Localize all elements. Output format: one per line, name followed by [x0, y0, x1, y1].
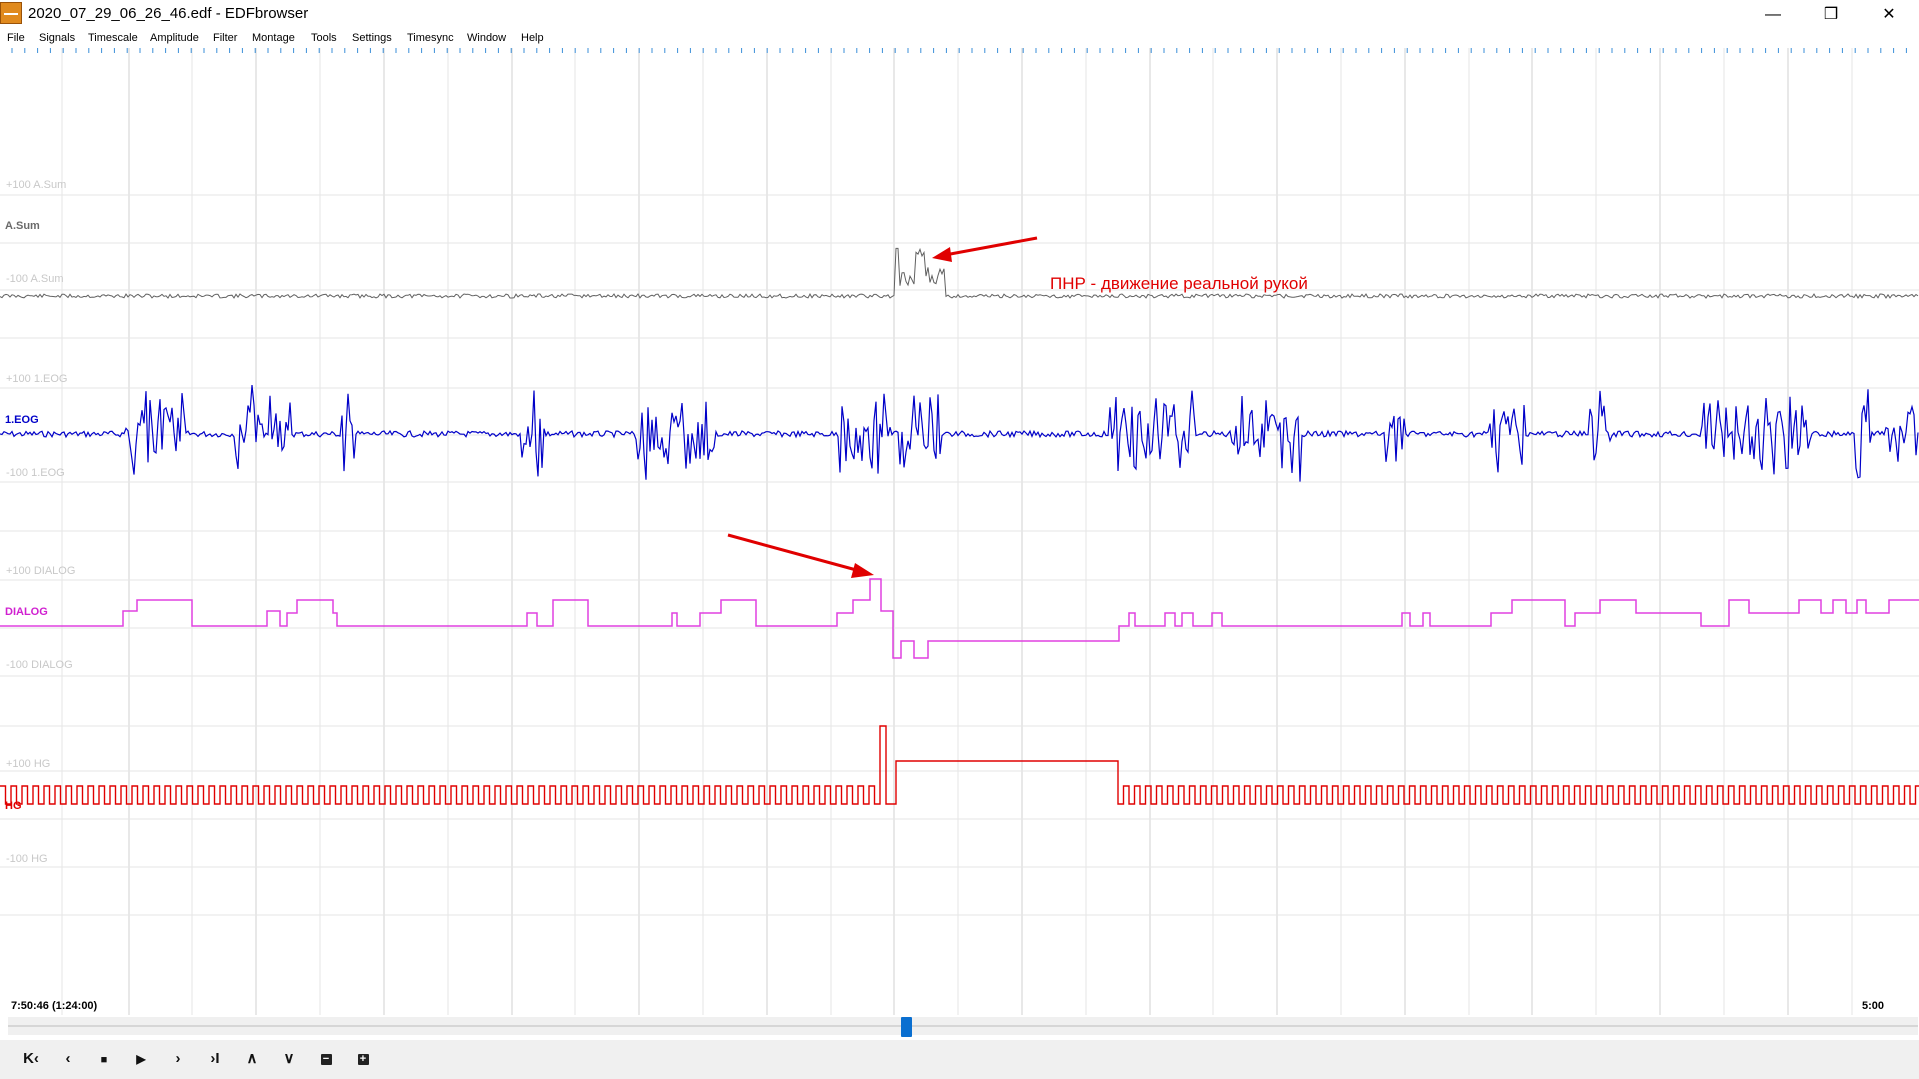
menu-filter[interactable]: Filter	[213, 32, 237, 44]
menu-timescale[interactable]: Timescale	[88, 32, 138, 44]
stop-icon: ■	[100, 1054, 108, 1066]
restore-button[interactable]: ❒	[1802, 0, 1860, 30]
skip-start-icon: K‹	[23, 1050, 39, 1067]
window-title: 2020_07_29_06_26_46.edf - EDFbrowser	[28, 5, 309, 22]
menu-window[interactable]: Window	[467, 32, 506, 44]
hg-scale-top: +100 HG	[6, 758, 51, 770]
next-page-button[interactable]: ›	[164, 1045, 192, 1073]
chevron-left-icon: ‹	[65, 1050, 71, 1067]
play-button[interactable]: ▶	[127, 1045, 155, 1073]
stop-button[interactable]: ■	[90, 1045, 118, 1073]
time-scrollbar[interactable]	[8, 1017, 1918, 1037]
zoom-in-button[interactable]: +	[349, 1045, 377, 1073]
last-page-button[interactable]: ›I	[201, 1045, 229, 1073]
signal-canvas	[0, 48, 1919, 1015]
eog-trace	[0, 385, 1919, 482]
dialog-scale-top: +100 DIALOG	[6, 565, 76, 577]
amplitude-down-button[interactable]: ∨	[275, 1045, 303, 1073]
first-page-button[interactable]: K‹	[17, 1045, 45, 1073]
edfbrowser-app-icon	[0, 2, 22, 24]
play-icon: ▶	[136, 1052, 146, 1066]
navigation-toolbar: K‹ ‹ ■ ▶ › ›I ∧ ∨ − +	[0, 1040, 1919, 1079]
menu-amplitude[interactable]: Amplitude	[150, 32, 199, 44]
hg-trace	[0, 725, 1919, 805]
chevron-up-icon: ∧	[246, 1050, 258, 1067]
page-length-label: 5:00	[1862, 1000, 1885, 1012]
eog-scale-bottom: -100 1.EOG	[6, 467, 65, 479]
minus-box-icon: −	[320, 1053, 332, 1065]
eog-label[interactable]: 1.EOG	[5, 414, 39, 426]
menu-signals[interactable]: Signals	[39, 32, 75, 44]
dialog-trace	[0, 578, 1919, 659]
dialog-label[interactable]: DIALOG	[5, 606, 48, 618]
amplitude-up-button[interactable]: ∧	[238, 1045, 266, 1073]
previous-page-button[interactable]: ‹	[54, 1045, 82, 1073]
signal-display[interactable]: +100 A.Sum A.Sum -100 A.Sum +100 1.EOG 1…	[0, 48, 1919, 1015]
menu-montage[interactable]: Montage	[252, 32, 295, 44]
annotation-arrow-top	[932, 236, 1038, 262]
asum-label[interactable]: A.Sum	[5, 220, 40, 232]
zoom-out-button[interactable]: −	[312, 1045, 340, 1073]
menu-help[interactable]: Help	[521, 32, 544, 44]
scrollbar-groove	[8, 1025, 1918, 1027]
minimize-button[interactable]: —	[1744, 0, 1802, 30]
plus-box-icon: +	[357, 1053, 369, 1065]
top-ruler-ticks	[11, 48, 1907, 53]
scrollbar-handle[interactable]	[900, 1017, 912, 1037]
skip-end-icon: ›I	[210, 1050, 220, 1067]
menu-file[interactable]: File	[7, 32, 25, 44]
menu-tools[interactable]: Tools	[311, 32, 337, 44]
menu-timesync[interactable]: Timesync	[407, 32, 454, 44]
grid-lines	[0, 48, 1919, 1015]
close-button[interactable]: ✕	[1860, 0, 1918, 30]
asum-scale-bottom: -100 A.Sum	[6, 273, 64, 285]
eog-scale-top: +100 1.EOG	[6, 373, 68, 385]
menu-bar: File Signals Timescale Amplitude Filter …	[0, 30, 1919, 50]
asum-scale-top: +100 A.Sum	[6, 179, 67, 191]
current-time-label: 7:50:46 (1:24:00)	[11, 1000, 98, 1012]
chevron-down-icon: ∨	[283, 1050, 295, 1067]
annotation-text: ПНР - движение реальной рукой	[1050, 274, 1308, 293]
hg-scale-bottom: -100 HG	[6, 853, 48, 865]
asum-trace	[0, 247, 1919, 299]
chevron-right-icon: ›	[175, 1050, 181, 1067]
menu-settings[interactable]: Settings	[352, 32, 392, 44]
dialog-scale-bottom: -100 DIALOG	[6, 659, 73, 671]
title-bar: 2020_07_29_06_26_46.edf - EDFbrowser — ❒…	[0, 0, 1919, 30]
annotation-arrow-dialog	[727, 533, 874, 578]
hg-label[interactable]: HG	[5, 800, 22, 812]
